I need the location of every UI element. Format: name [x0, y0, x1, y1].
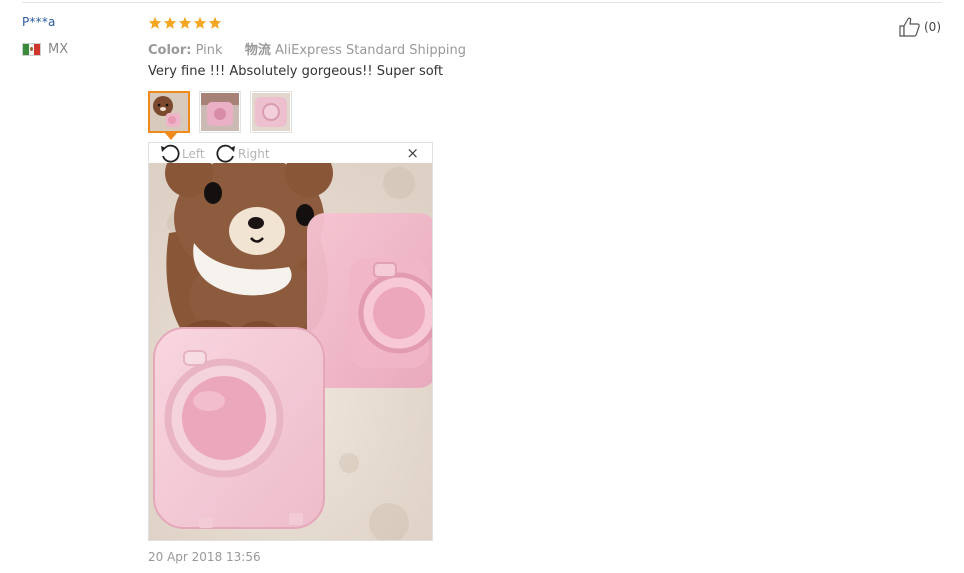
- star-icon: [148, 16, 162, 29]
- review-date: 20 Apr 2018 13:56: [148, 550, 261, 564]
- mexico-flag-icon: [22, 43, 41, 56]
- rotate-left-button[interactable]: Left: [159, 144, 205, 164]
- color-value: Pink: [195, 43, 223, 58]
- country-code: MX: [48, 42, 69, 57]
- reviewer-name: P***a: [22, 15, 56, 29]
- rotate-right-icon: [216, 144, 235, 163]
- thumbnail-image: [201, 93, 239, 131]
- rotate-left-icon: [161, 144, 180, 163]
- selected-arrow: [165, 133, 177, 140]
- review-text: Very fine !!! Absolutely gorgeous!! Supe…: [148, 64, 444, 79]
- photo-viewer: Left Right ×: [148, 142, 433, 541]
- close-icon[interactable]: ×: [406, 145, 419, 161]
- color-label: Color:: [148, 43, 192, 58]
- thumbnail-image: [150, 93, 188, 131]
- shipping-value: AliExpress Standard Shipping: [274, 43, 466, 58]
- review-photo: [149, 163, 432, 540]
- photo-thumbnail[interactable]: [250, 91, 292, 133]
- thumbs-up-icon: [899, 17, 920, 37]
- photo-thumbnails: [148, 91, 292, 140]
- star-icon: [208, 16, 222, 29]
- star-icon: [163, 16, 177, 29]
- photo-thumbnail[interactable]: [148, 91, 190, 140]
- divider: [22, 2, 942, 3]
- rotate-right-button[interactable]: Right: [215, 144, 270, 164]
- helpful-count: (0): [924, 20, 941, 34]
- photo-thumbnail[interactable]: [199, 91, 241, 133]
- helpful-button[interactable]: (0): [898, 16, 941, 38]
- star-icon: [193, 16, 207, 29]
- star-rating: [148, 16, 222, 30]
- thumbnail-image: [252, 93, 290, 131]
- rotate-right-label: Right: [238, 147, 270, 161]
- shipping-label: 物流: [244, 43, 271, 58]
- viewer-toolbar: Left Right ×: [149, 143, 432, 163]
- reviewer-country: MX: [22, 42, 68, 57]
- order-info: Color: Pink 物流 AliExpress Standard Shipp…: [148, 39, 466, 58]
- rotate-left-label: Left: [182, 147, 205, 161]
- star-icon: [178, 16, 192, 29]
